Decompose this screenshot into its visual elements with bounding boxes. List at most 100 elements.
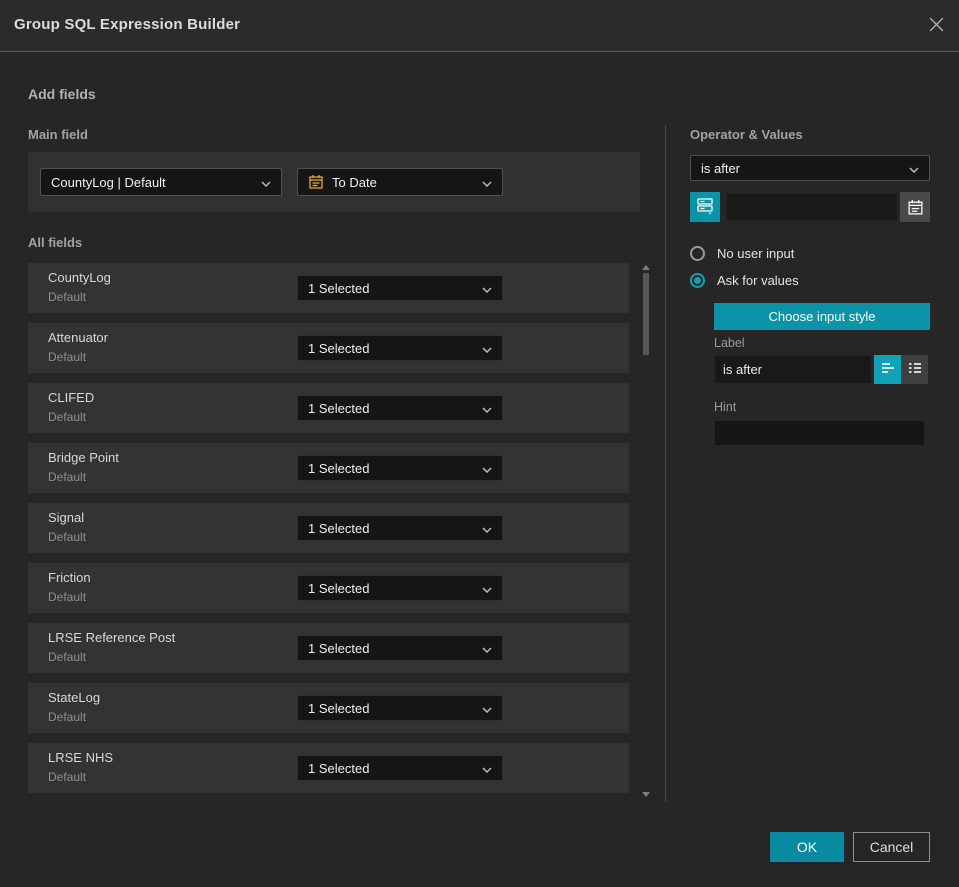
- chevron-down-icon: [482, 175, 492, 190]
- chevron-down-icon: [482, 641, 492, 656]
- cancel-button[interactable]: Cancel: [853, 832, 930, 862]
- chevron-down-icon: [482, 701, 492, 716]
- radio-selected-icon: [690, 273, 705, 288]
- field-row-lrse-nhs: LRSE NHS Default 1 Selected: [28, 743, 629, 793]
- list-scrollbar[interactable]: [642, 260, 650, 802]
- field-name: Friction: [48, 570, 91, 585]
- field-subtitle: Default: [48, 470, 87, 484]
- operator-select[interactable]: is after: [690, 155, 930, 181]
- field-name: Signal: [48, 510, 85, 525]
- field-row-lrse-reference-post: LRSE Reference Post Default 1 Selected: [28, 623, 629, 673]
- hint-input[interactable]: [714, 420, 925, 446]
- label-caption: Label: [714, 336, 745, 350]
- field-selected-dropdown[interactable]: 1 Selected: [297, 395, 503, 421]
- field-name: Bridge Point: [48, 450, 119, 465]
- field-selected-value: 1 Selected: [308, 460, 370, 476]
- field-row-countylog: CountyLog Default 1 Selected: [28, 263, 629, 313]
- add-fields-heading: Add fields: [28, 86, 96, 102]
- label-input[interactable]: [714, 355, 872, 384]
- field-row-friction: Friction Default 1 Selected: [28, 563, 629, 613]
- field-subtitle: Default: [48, 710, 87, 724]
- chevron-down-icon: [482, 281, 492, 296]
- calendar-icon: [907, 199, 924, 216]
- field-subtitle: Default: [48, 650, 87, 664]
- field-name: Attenuator: [48, 330, 108, 345]
- field-row-signal: Signal Default 1 Selected: [28, 503, 629, 553]
- field-row-bridge-point: Bridge Point Default 1 Selected: [28, 443, 629, 493]
- date-picker-button[interactable]: [900, 192, 930, 222]
- field-selected-value: 1 Selected: [308, 760, 370, 776]
- close-icon: [928, 16, 945, 38]
- field-selected-dropdown[interactable]: 1 Selected: [297, 455, 503, 481]
- field-selected-dropdown[interactable]: 1 Selected: [297, 755, 503, 781]
- field-row-attenuator: Attenuator Default 1 Selected: [28, 323, 629, 373]
- field-selected-value: 1 Selected: [308, 340, 370, 356]
- field-name: LRSE NHS: [48, 750, 114, 765]
- align-left-lines-icon: [880, 361, 896, 378]
- chevron-down-icon: [482, 521, 492, 536]
- field-subtitle: Default: [48, 530, 87, 544]
- field-subtitle: Default: [48, 350, 87, 364]
- chevron-down-icon: [482, 341, 492, 356]
- field-selected-dropdown[interactable]: 1 Selected: [297, 515, 503, 541]
- close-button[interactable]: [926, 17, 946, 37]
- dialog-header: Group SQL Expression Builder: [0, 0, 959, 52]
- main-field-type-value: To Date: [332, 174, 377, 190]
- field-selected-dropdown[interactable]: 1 Selected: [297, 635, 503, 661]
- field-subtitle: Default: [48, 770, 87, 784]
- choose-input-style-button[interactable]: Choose input style: [714, 303, 930, 330]
- field-row-clifed: CLIFED Default 1 Selected: [28, 383, 629, 433]
- value-picker-button[interactable]: [690, 192, 720, 222]
- scrollbar-thumb[interactable]: [643, 273, 649, 355]
- date-value-input[interactable]: [726, 193, 898, 221]
- field-selected-dropdown[interactable]: 1 Selected: [297, 335, 503, 361]
- ask-for-values-label: Ask for values: [717, 273, 799, 288]
- chevron-down-icon: [482, 581, 492, 596]
- field-subtitle: Default: [48, 290, 87, 304]
- ok-button[interactable]: OK: [770, 832, 844, 862]
- chevron-down-icon: [482, 761, 492, 776]
- panel-divider: [665, 125, 666, 802]
- main-field-select[interactable]: CountyLog | Default: [40, 168, 282, 196]
- operator-values-heading: Operator & Values: [690, 127, 803, 142]
- field-selected-dropdown[interactable]: 1 Selected: [297, 695, 503, 721]
- operator-value: is after: [701, 160, 741, 176]
- bulleted-list-icon: [907, 361, 923, 378]
- scroll-down-arrow[interactable]: [642, 792, 650, 797]
- dialog-title: Group SQL Expression Builder: [14, 16, 241, 33]
- ask-for-values-radio[interactable]: Ask for values: [690, 273, 799, 288]
- chevron-down-icon: [261, 175, 271, 190]
- group-sql-expression-builder-dialog: Group SQL Expression Builder Add fields …: [0, 0, 959, 887]
- field-selected-value: 1 Selected: [308, 580, 370, 596]
- field-subtitle: Default: [48, 590, 87, 604]
- field-name: StateLog: [48, 690, 101, 705]
- field-name: CountyLog: [48, 270, 111, 285]
- main-field-type-select[interactable]: To Date: [297, 168, 503, 196]
- chevron-down-icon: [482, 461, 492, 476]
- no-user-input-label: No user input: [717, 246, 795, 261]
- field-selected-value: 1 Selected: [308, 700, 370, 716]
- field-selected-value: 1 Selected: [308, 640, 370, 656]
- field-selected-dropdown[interactable]: 1 Selected: [297, 575, 503, 601]
- field-subtitle: Default: [48, 410, 87, 424]
- field-selected-value: 1 Selected: [308, 400, 370, 416]
- list-style-toggle[interactable]: [901, 355, 928, 384]
- field-name: CLIFED: [48, 390, 95, 405]
- field-selected-value: 1 Selected: [308, 280, 370, 296]
- all-fields-heading: All fields: [28, 235, 83, 250]
- radio-unselected-icon: [690, 246, 705, 261]
- single-line-style-toggle[interactable]: [874, 355, 901, 384]
- field-row-statelog: StateLog Default 1 Selected: [28, 683, 629, 733]
- chevron-down-icon: [909, 161, 919, 176]
- main-field-heading: Main field: [28, 127, 88, 142]
- main-field-panel: CountyLog | Default To Date: [28, 152, 640, 212]
- hint-caption: Hint: [714, 400, 737, 414]
- field-name: LRSE Reference Post: [48, 630, 176, 645]
- scroll-up-arrow[interactable]: [642, 265, 650, 270]
- chevron-down-icon: [482, 401, 492, 416]
- field-selected-dropdown[interactable]: 1 Selected: [297, 275, 503, 301]
- no-user-input-radio[interactable]: No user input: [690, 246, 794, 261]
- stacked-values-picker-icon: [696, 196, 715, 218]
- main-field-select-value: CountyLog | Default: [51, 174, 166, 190]
- calendar-icon: [308, 174, 324, 190]
